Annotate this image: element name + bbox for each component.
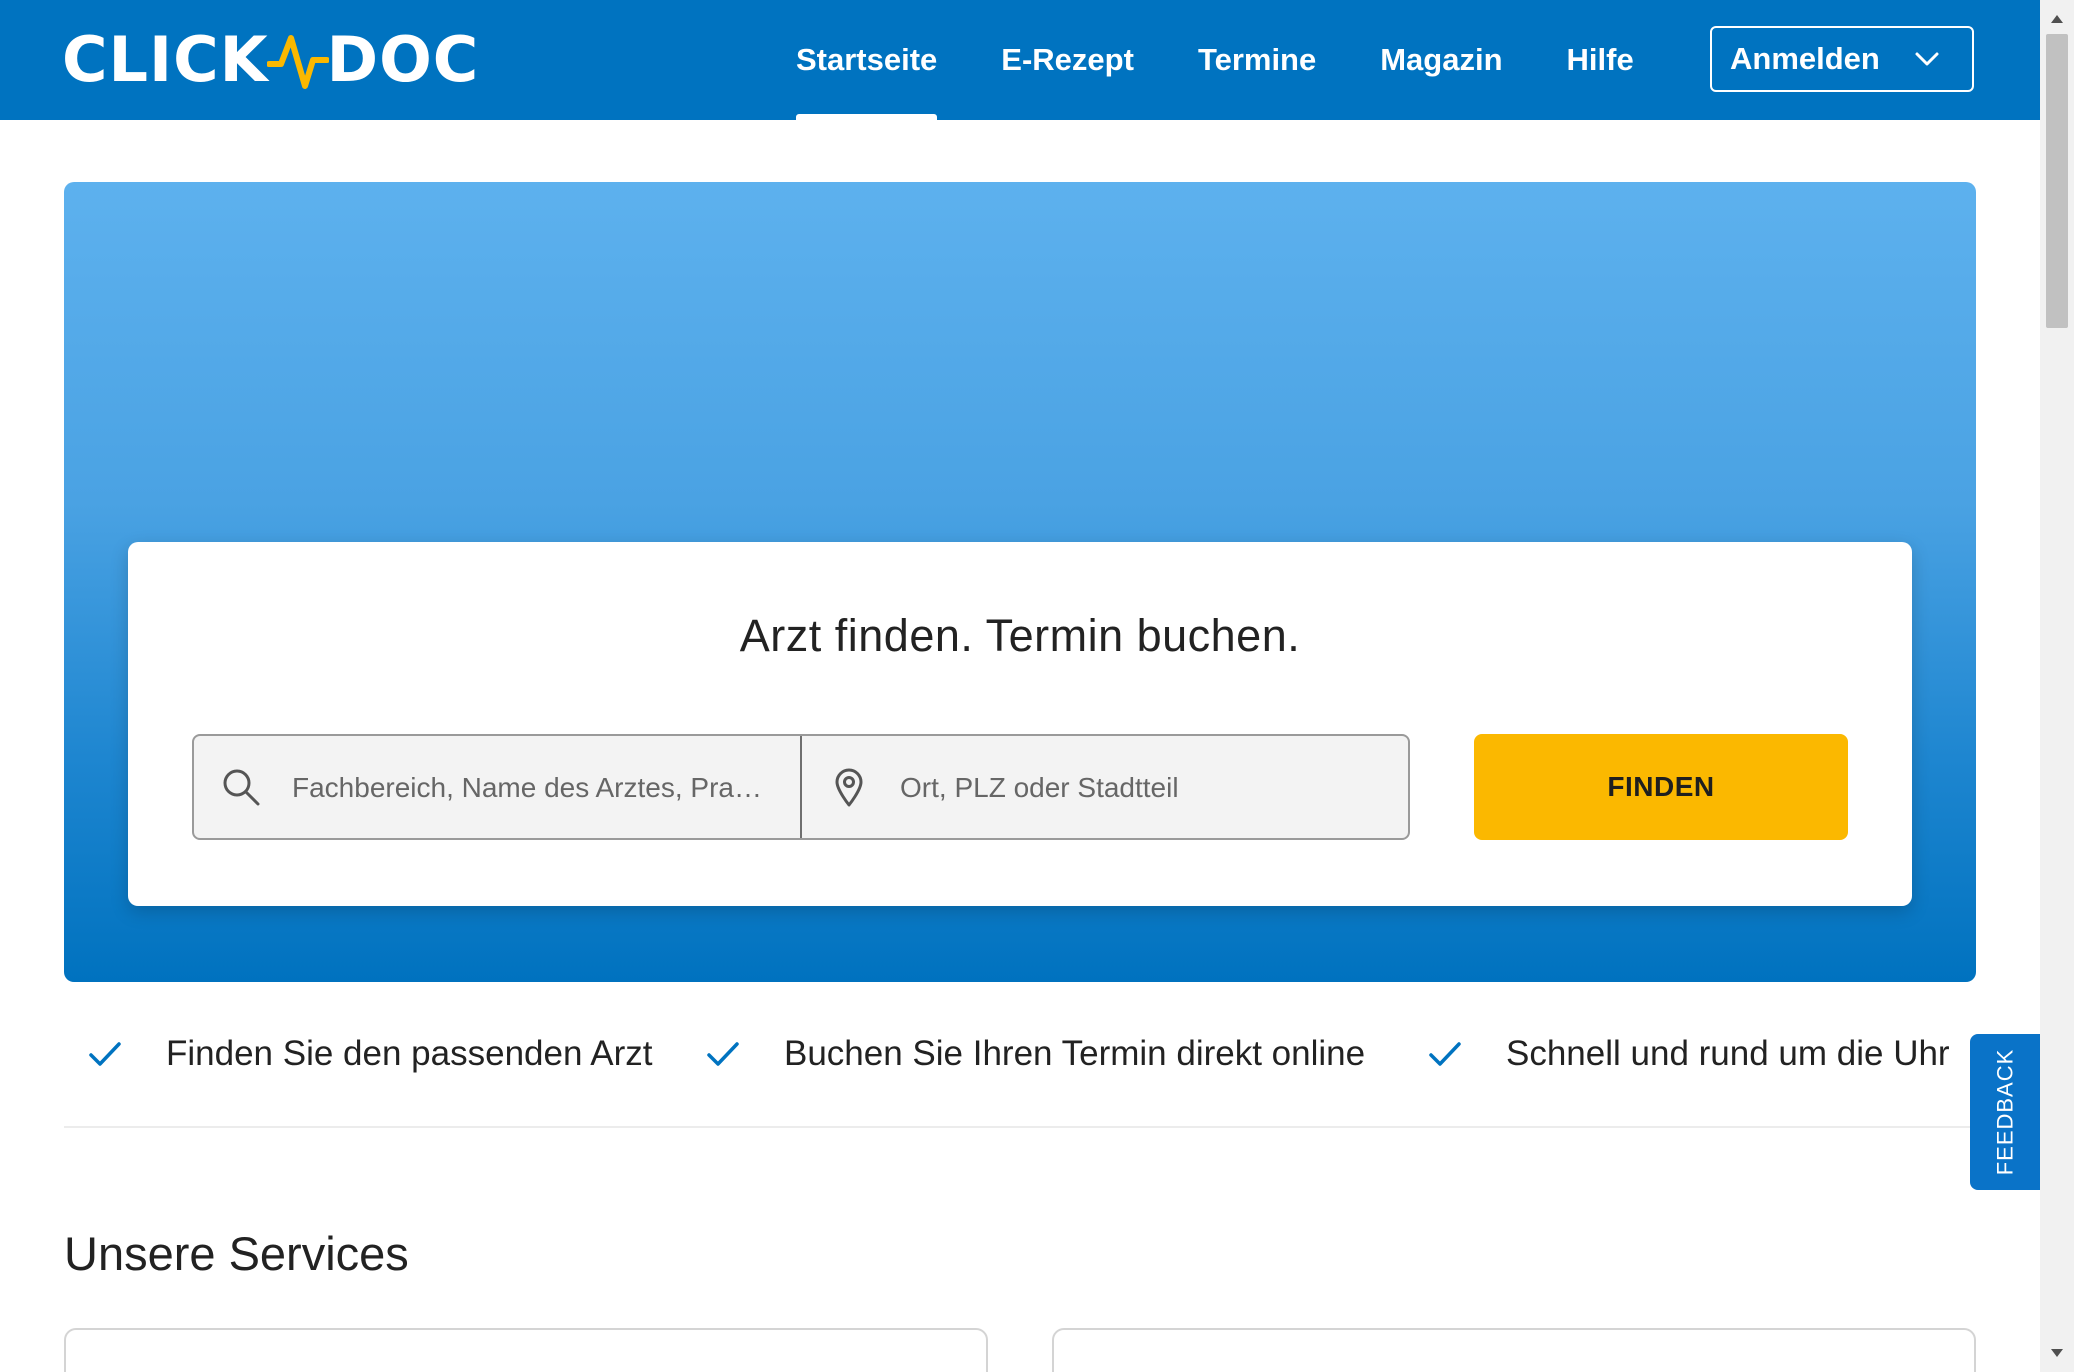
feedback-label: FEEDBACK [1992, 1048, 2017, 1176]
checkmark-icon [1429, 1042, 1461, 1066]
benefit-text: Buchen Sie Ihren Termin direkt online [784, 1034, 1366, 1073]
scrollbar-thumb[interactable] [2046, 34, 2068, 328]
benefit-text: Schnell und rund um die Uhr [1506, 1034, 1950, 1073]
scroll-down-arrow-icon[interactable] [2040, 1338, 2074, 1368]
nav-item-magazin[interactable]: Magazin [1380, 0, 1502, 120]
location-pin-icon [835, 768, 863, 807]
service-card[interactable] [64, 1328, 988, 1372]
search-icon [223, 769, 260, 806]
vertical-scrollbar[interactable] [2040, 0, 2074, 1372]
top-navigation-bar: CLICK DOC Startseite E-Rezept Termine Ma… [0, 0, 2040, 120]
specialty-search-input[interactable] [290, 736, 776, 838]
clickdoc-logo[interactable]: CLICK DOC [62, 24, 479, 96]
logo-text-doc: DOC [326, 23, 480, 96]
nav-item-startseite[interactable]: Startseite [796, 0, 938, 120]
benefit-item: Schnell und rund um die Uhr [1428, 1016, 1950, 1092]
benefits-row: Finden Sie den passenden Arzt Buchen Sie… [64, 1016, 1976, 1108]
search-title: Arzt finden. Termin buchen. [739, 610, 1301, 661]
benefit-item: Finden Sie den passenden Arzt [88, 1016, 652, 1092]
page: CLICK DOC Startseite E-Rezept Termine Ma… [0, 0, 2040, 1372]
service-card[interactable] [1052, 1328, 1976, 1372]
checkmark-icon [89, 1042, 121, 1066]
logo-text-click: CLICK [62, 23, 269, 96]
login-label: Anmelden [1730, 41, 1880, 76]
location-search-field [802, 736, 1408, 838]
search-card [128, 542, 1912, 906]
location-search-input[interactable] [898, 736, 1384, 838]
nav-item-termine[interactable]: Termine [1198, 0, 1316, 120]
feedback-tab[interactable]: FEEDBACK [1970, 1034, 2040, 1190]
main-nav: Startseite E-Rezept Termine Magazin Hilf… [796, 0, 1698, 120]
checkmark-icon [707, 1042, 739, 1066]
benefit-item: Buchen Sie Ihren Termin direkt online [706, 1016, 1365, 1092]
find-button[interactable]: FINDEN [1474, 734, 1848, 840]
login-dropdown-button[interactable]: Anmelden [1710, 26, 1974, 92]
section-divider [64, 1126, 1976, 1128]
services-heading: Unsere Services [64, 1227, 409, 1280]
specialty-search-field [194, 736, 802, 838]
nav-item-e-rezept[interactable]: E-Rezept [1001, 0, 1134, 120]
benefit-text: Finden Sie den passenden Arzt [166, 1034, 653, 1073]
nav-item-hilfe[interactable]: Hilfe [1567, 0, 1634, 120]
chevron-down-icon [1915, 52, 1939, 66]
search-bar [192, 734, 1410, 840]
heartbeat-wave-icon [266, 35, 329, 89]
scroll-up-arrow-icon[interactable] [2040, 4, 2074, 34]
